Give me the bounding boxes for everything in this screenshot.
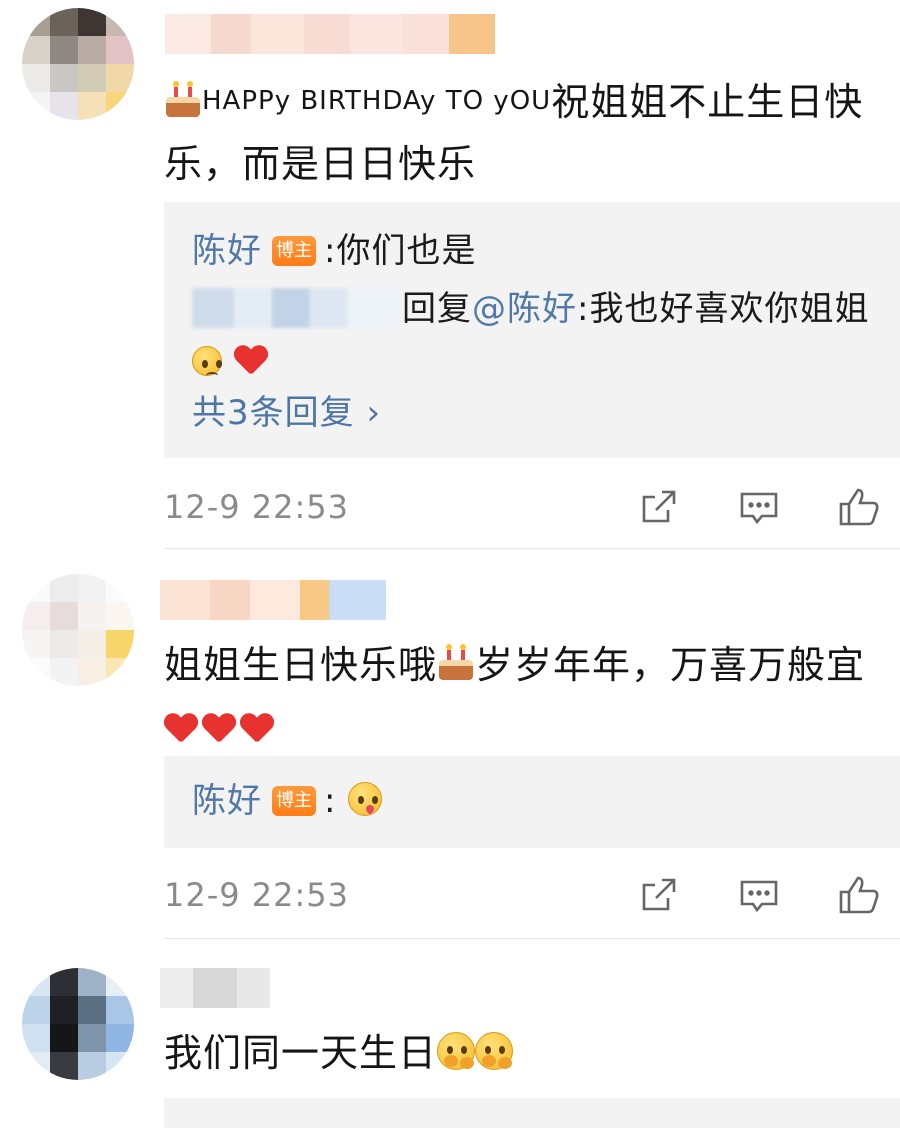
reply-username[interactable]: 陈好 (192, 231, 262, 271)
comment-icon[interactable] (736, 484, 782, 530)
reply-separator: : (324, 781, 337, 821)
author-badge: 博主 (272, 786, 316, 816)
comment-time: 12-9 22:53 (164, 876, 350, 914)
username-blurred[interactable] (165, 14, 495, 54)
username-blurred[interactable] (160, 580, 386, 620)
hug-face-icon (475, 1032, 514, 1070)
comment-time: 12-9 22:53 (164, 488, 350, 526)
comment-text: 我们同一天生日 (164, 1022, 890, 1084)
reply-word: 回复 (402, 289, 472, 329)
author-badge: 博主 (272, 236, 316, 266)
heart-icon (240, 714, 274, 744)
like-icon[interactable] (836, 872, 882, 918)
hug-face-icon (437, 1032, 476, 1070)
comment-text: HAPPy BIRTHDAy TO yOU祝姐姐不止生日快 乐，而是日日快乐 (164, 80, 864, 186)
comment-meta: 12-9 22:53 (164, 870, 884, 920)
reply-line: 回复@陈好:我也好喜欢你姐姐 (192, 284, 869, 334)
avatar[interactable] (22, 968, 134, 1080)
divider (164, 938, 900, 939)
comment-item: 我们同一天生日 (0, 940, 900, 1128)
share-icon[interactable] (636, 484, 682, 530)
comment-icon[interactable] (736, 872, 782, 918)
comment-item: HAPPy BIRTHDAy TO yOU祝姐姐不止生日快 乐，而是日日快乐 陈… (0, 0, 900, 550)
reply-text: 你们也是 (336, 231, 477, 271)
comment-item: 姐姐生日快乐哦 岁岁年年，万喜万般宜 陈好 博主: 12-9 22:53 (0, 550, 900, 940)
more-replies-link[interactable]: 共3条回复 › (192, 388, 381, 438)
sad-face-icon (192, 346, 222, 376)
reply-line: 陈好 博主:你们也是 (192, 226, 476, 276)
reply-emoji-line (192, 336, 272, 386)
birthday-cake-icon (437, 644, 475, 682)
username-blurred[interactable] (192, 288, 402, 328)
reply-box[interactable]: 陈好 博主:你们也是 回复@陈好:我也好喜欢你姐姐 共3条回复 › (164, 202, 900, 458)
heart-icon (202, 714, 236, 744)
mention-link[interactable]: @陈好 (472, 289, 577, 329)
heart-icon (234, 346, 268, 376)
reply-username[interactable]: 陈好 (192, 781, 262, 821)
reply-line: 陈好 博主: (192, 776, 383, 826)
avatar[interactable] (22, 574, 134, 686)
comment-meta: 12-9 22:53 (164, 482, 884, 532)
share-icon[interactable] (636, 872, 682, 918)
heart-icon (164, 714, 198, 744)
username-blurred[interactable] (160, 968, 270, 1008)
divider (164, 548, 900, 549)
reply-box[interactable] (164, 1098, 900, 1128)
birthday-cake-icon (164, 81, 202, 119)
like-icon[interactable] (836, 484, 882, 530)
avatar[interactable] (22, 8, 134, 120)
reply-box[interactable]: 陈好 博主: (164, 756, 900, 848)
reply-text: :我也好喜欢你姐姐 (577, 289, 870, 329)
reply-separator: : (324, 231, 337, 271)
comment-text: 姐姐生日快乐哦 岁岁年年，万喜万般宜 (164, 634, 890, 758)
kiss-face-icon (348, 782, 383, 816)
